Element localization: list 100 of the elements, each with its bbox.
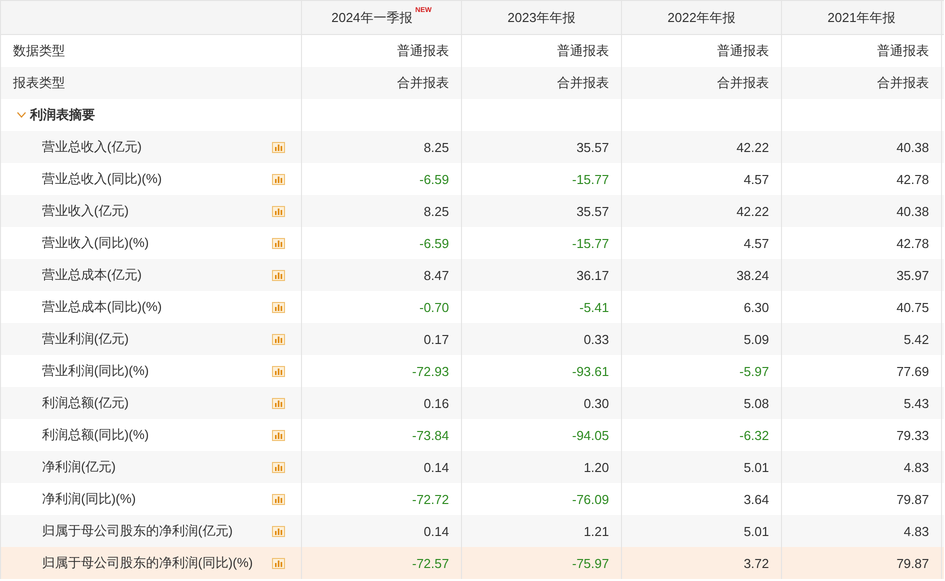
section-title: 利润表摘要	[30, 106, 95, 124]
table-cell: 5.01	[744, 460, 769, 474]
row-label: 数据类型	[13, 42, 65, 60]
table-row[interactable]: 归属于母公司股东的净利润(亿元) 0.14 1.21 5.01 4.83	[1, 515, 944, 547]
row-label: 净利润(亿元)	[42, 458, 116, 476]
table-cell: 普通报表	[397, 42, 449, 60]
row-label: 归属于母公司股东的净利润(同比)(%)	[42, 554, 253, 572]
table-cell: 42.78	[896, 172, 929, 186]
table-cell: -5.97	[739, 364, 769, 378]
table-cell: -15.77	[572, 172, 609, 186]
table-cell: 42.22	[736, 140, 769, 154]
table-row[interactable]: 营业收入(亿元) 8.25 35.57 42.22 40.38	[1, 195, 944, 227]
table-cell: 79.87	[896, 492, 929, 506]
table-cell: 8.25	[424, 140, 449, 154]
row-label: 利润总额(同比)(%)	[42, 426, 149, 444]
bar-chart-icon[interactable]	[272, 430, 285, 440]
table-row[interactable]: 营业总收入(亿元) 8.25 35.57 42.22 40.38	[1, 131, 944, 163]
table-cell: -15.77	[572, 236, 609, 250]
table-cell: 1.21	[584, 524, 609, 538]
bar-chart-icon[interactable]	[272, 526, 285, 536]
table-cell: 普通报表	[877, 42, 929, 60]
table-cell: 0.30	[584, 396, 609, 410]
table-cell: 40.75	[896, 300, 929, 314]
table-cell: 36.17	[576, 268, 609, 282]
table-row[interactable]: 营业利润(亿元) 0.17 0.33 5.09 5.42	[1, 323, 944, 355]
table-cell: 35.57	[576, 204, 609, 218]
table-cell: 5.43	[904, 396, 929, 410]
row-label: 营业利润(亿元)	[42, 330, 129, 348]
table-cell: 5.01	[744, 524, 769, 538]
row-label: 营业总成本(亿元)	[42, 266, 142, 284]
row-label: 营业总收入(亿元)	[42, 138, 142, 156]
table-row[interactable]: 净利润(亿元) 0.14 1.20 5.01 4.83	[1, 451, 944, 483]
table-cell: -73.84	[412, 428, 449, 442]
row-label: 营业总成本(同比)(%)	[42, 298, 162, 316]
table-cell: 4.57	[744, 236, 769, 250]
table-cell: -5.41	[579, 300, 609, 314]
row-label: 净利润(同比)(%)	[42, 490, 136, 508]
table-row[interactable]: 归属于母公司股东的净利润(同比)(%) -72.57 -75.97 3.72 79.87	[1, 547, 944, 579]
table-cell: -6.32	[739, 428, 769, 442]
column-header: 2021年年报	[828, 8, 896, 26]
table-cell: -72.93	[412, 364, 449, 378]
table-cell: 合并报表	[717, 74, 769, 92]
bar-chart-icon[interactable]	[272, 334, 285, 344]
row-label: 归属于母公司股东的净利润(亿元)	[42, 522, 233, 540]
table-cell: 6.30	[744, 300, 769, 314]
table-cell: 35.97	[896, 268, 929, 282]
bar-chart-icon[interactable]	[272, 238, 285, 248]
table-cell: 4.83	[904, 460, 929, 474]
table-cell: -76.09	[572, 492, 609, 506]
table-row[interactable]: 营业总成本(亿元) 8.47 36.17 38.24 35.97	[1, 259, 944, 291]
row-label: 营业利润(同比)(%)	[42, 362, 149, 380]
table-cell: -6.59	[419, 236, 449, 250]
bar-chart-icon[interactable]	[272, 462, 285, 472]
table-row[interactable]: 利润总额(亿元) 0.16 0.30 5.08 5.43	[1, 387, 944, 419]
row-label: 营业收入(同比)(%)	[42, 234, 149, 252]
bar-chart-icon[interactable]	[272, 270, 285, 280]
table-cell: 3.72	[744, 556, 769, 570]
table-cell: 4.57	[744, 172, 769, 186]
table-cell: 8.47	[424, 268, 449, 282]
row-label: 报表类型	[13, 74, 65, 92]
table-cell: 5.08	[744, 396, 769, 410]
table-cell: -94.05	[572, 428, 609, 442]
bar-chart-icon[interactable]	[272, 206, 285, 216]
bar-chart-icon[interactable]	[272, 174, 285, 184]
table-cell: 3.64	[744, 492, 769, 506]
table-cell: 普通报表	[717, 42, 769, 60]
table-cell: -72.72	[412, 492, 449, 506]
table-cell: 合并报表	[877, 74, 929, 92]
table-cell: 79.87	[896, 556, 929, 570]
bar-chart-icon[interactable]	[272, 302, 285, 312]
bar-chart-icon[interactable]	[272, 494, 285, 504]
table-cell: -75.97	[572, 556, 609, 570]
column-header: 2024年一季报	[331, 8, 412, 26]
table-cell: 普通报表	[557, 42, 609, 60]
table-cell: -72.57	[412, 556, 449, 570]
table-cell: 8.25	[424, 204, 449, 218]
bar-chart-icon[interactable]	[272, 398, 285, 408]
table-cell: 35.57	[576, 140, 609, 154]
row-label: 营业总收入(同比)(%)	[42, 170, 162, 188]
table-cell: 5.09	[744, 332, 769, 346]
table-cell: 1.20	[584, 460, 609, 474]
table-cell: 42.78	[896, 236, 929, 250]
table-cell: 40.38	[896, 204, 929, 218]
bar-chart-icon[interactable]	[272, 366, 285, 376]
table-cell: -0.70	[419, 300, 449, 314]
table-cell: 79.33	[896, 428, 929, 442]
table-cell: 0.33	[584, 332, 609, 346]
column-header: 2022年年报	[668, 8, 736, 26]
table-cell: 0.14	[424, 460, 449, 474]
column-header: 2023年年报	[508, 8, 576, 26]
table-cell: 合并报表	[397, 74, 449, 92]
table-cell: 0.16	[424, 396, 449, 410]
table-cell: -6.59	[419, 172, 449, 186]
bar-chart-icon[interactable]	[272, 558, 285, 568]
table-cell: 40.38	[896, 140, 929, 154]
bar-chart-icon[interactable]	[272, 142, 285, 152]
table-cell: 5.42	[904, 332, 929, 346]
caret-icon	[17, 112, 26, 118]
table-cell: 合并报表	[557, 74, 609, 92]
row-label: 利润总额(亿元)	[42, 394, 129, 412]
